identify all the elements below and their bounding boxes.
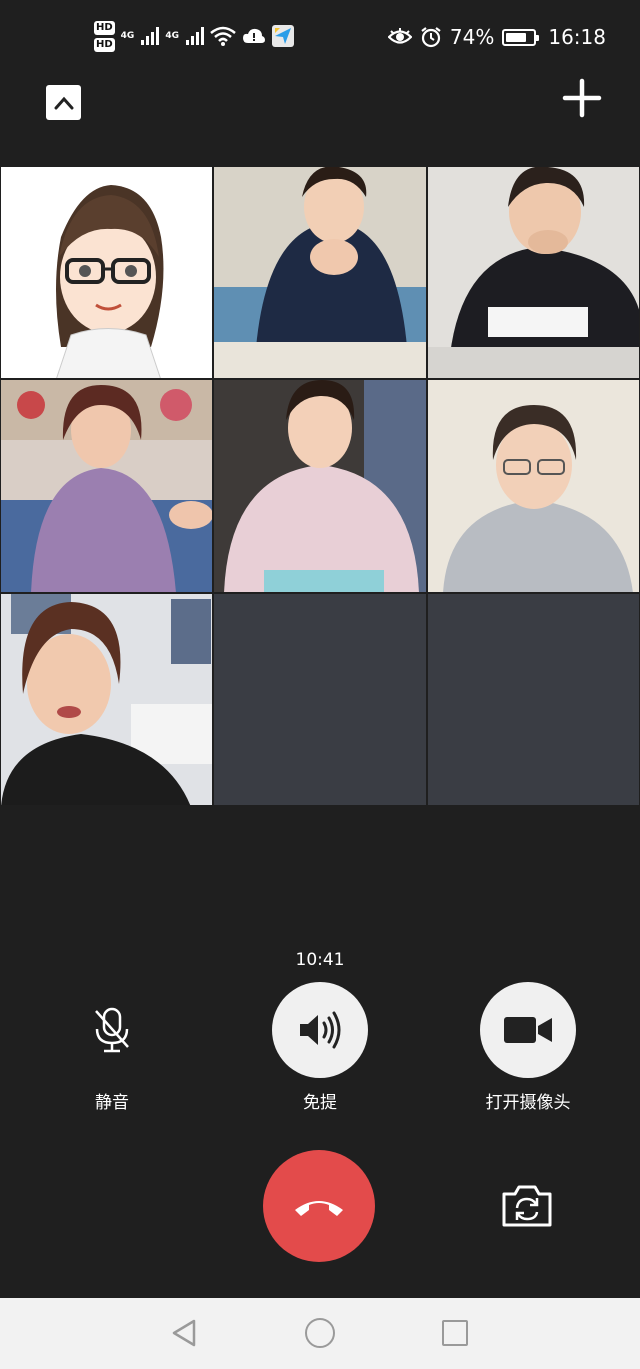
- switch-camera-icon: [502, 1185, 552, 1227]
- mute-label: 静音: [95, 1093, 129, 1113]
- participant-tile-7[interactable]: [0, 592, 214, 806]
- participant-tile-6[interactable]: [426, 379, 640, 593]
- system-navigation-bar: [0, 1298, 640, 1369]
- status-time: 16:18: [548, 25, 606, 49]
- sim1-hd-badge: HD: [94, 20, 115, 35]
- empty-tile-2: [426, 592, 640, 806]
- participant-tile-4[interactable]: [0, 379, 214, 593]
- microphone-muted-icon: [95, 1007, 129, 1053]
- video-grid: [0, 166, 640, 806]
- mute-control[interactable]: 静音: [64, 982, 160, 1113]
- alarm-icon: [421, 27, 441, 48]
- battery-percent: 74%: [449, 25, 495, 49]
- signal-icon-2: [185, 27, 204, 45]
- participant-tile-3[interactable]: [426, 166, 640, 380]
- recent-apps-icon[interactable]: [442, 1320, 468, 1346]
- sim2-hd-badge: HD: [94, 37, 115, 52]
- chevron-up-icon: [54, 96, 73, 109]
- participant-tile-2[interactable]: [213, 166, 427, 380]
- participant-video-6: [427, 380, 639, 592]
- signal-icon: [141, 27, 160, 45]
- status-right: 74% 16:18: [387, 22, 606, 52]
- network-type-1: 4G: [120, 31, 135, 41]
- plus-icon: [562, 78, 602, 118]
- status-left: HD HD 4G 4G: [94, 16, 294, 56]
- speaker-icon: [300, 1011, 341, 1049]
- battery-level: [506, 32, 526, 42]
- participant-video-4: [1, 380, 213, 592]
- network-type-2: 4G: [165, 31, 179, 41]
- add-participant-button[interactable]: [560, 76, 604, 120]
- minimize-call-button[interactable]: [46, 85, 81, 120]
- eye-comfort-icon: [387, 28, 412, 44]
- hang-up-button[interactable]: [263, 1150, 375, 1262]
- participant-video-5: [214, 380, 426, 592]
- speaker-button[interactable]: [272, 982, 368, 1078]
- participant-tile-5[interactable]: [213, 379, 427, 593]
- home-icon[interactable]: [305, 1318, 335, 1348]
- battery-icon: [502, 28, 540, 46]
- empty-tile-1: [213, 592, 427, 806]
- back-icon[interactable]: [170, 1318, 198, 1348]
- participant-video-3: [427, 167, 639, 379]
- participant-video-2: [214, 167, 426, 379]
- video-camera-icon: [504, 1017, 552, 1043]
- participant-tile-1[interactable]: [0, 166, 214, 380]
- camera-label: 打开摄像头: [485, 1093, 571, 1113]
- speaker-control[interactable]: 免提: [272, 982, 368, 1113]
- app-icon: [271, 25, 294, 47]
- cartoon-avatar: [1, 167, 213, 379]
- phone-hangup-icon: [295, 1201, 343, 1216]
- camera-control[interactable]: 打开摄像头: [460, 982, 596, 1113]
- speaker-label: 免提: [303, 1093, 337, 1113]
- call-duration: 10:41: [295, 950, 345, 970]
- participant-video-7: [1, 593, 213, 805]
- mute-button[interactable]: [64, 982, 160, 1078]
- camera-button[interactable]: [480, 982, 576, 1078]
- switch-camera-button[interactable]: [500, 1184, 554, 1228]
- cloud-icon: [242, 28, 265, 43]
- status-bar: HD HD 4G 4G 74% 16:18: [0, 0, 640, 76]
- wifi-icon: [210, 26, 236, 46]
